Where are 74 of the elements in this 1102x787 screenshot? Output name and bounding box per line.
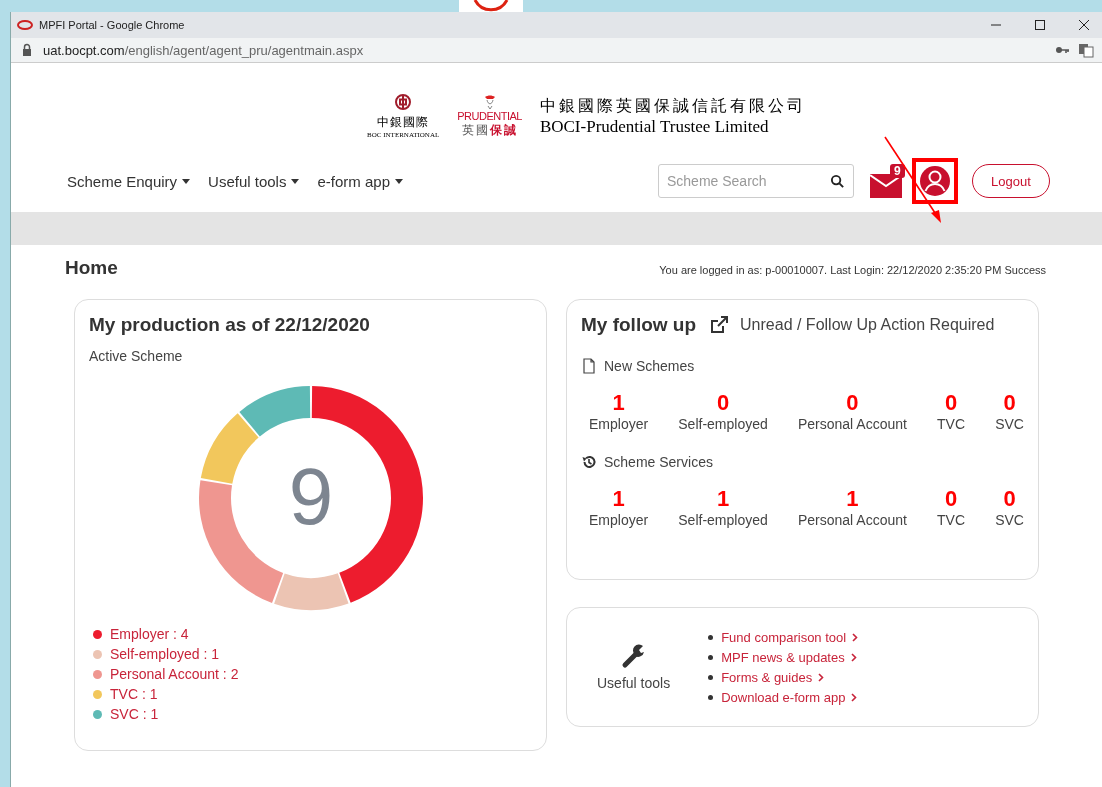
legend-label: SVC : 1 <box>110 706 159 722</box>
nav-menu[interactable]: Scheme Enquiry <box>67 172 191 190</box>
tool-link[interactable]: MPF news & updates <box>721 649 857 665</box>
stat-label: SVC <box>995 416 1024 432</box>
legend-label: Self-employed : 1 <box>110 646 219 662</box>
section-title: New Schemes <box>604 358 695 374</box>
logo-text: 英國 <box>461 121 490 139</box>
card-subtitle: Unread / Follow Up Action Required <box>740 316 995 334</box>
stat-value[interactable]: 0 <box>716 390 730 416</box>
login-info: You are logged in as: p-00010007. Last Login: 22/12/2020 2:35:20 PM Success <box>659 264 1046 276</box>
search-icon <box>830 174 845 189</box>
stat-label: TVC <box>937 512 966 528</box>
stat-label: Self-employed <box>678 512 768 528</box>
close-icon[interactable] <box>1076 17 1092 33</box>
card-title: My follow up <box>581 314 697 336</box>
document-icon <box>581 358 597 374</box>
search-field[interactable]: Scheme Search <box>658 164 854 198</box>
legend-label: Employer : 4 <box>110 626 189 642</box>
company-name: BOCI-Prudential Trustee Limited <box>539 116 770 137</box>
envelope-icon[interactable] <box>870 174 902 198</box>
caret-icon <box>395 178 403 184</box>
logout-button[interactable]: Logout <box>972 164 1050 198</box>
logo-text: 中銀國際 <box>377 113 430 131</box>
stat-value[interactable]: 0 <box>846 390 859 416</box>
external-link-icon[interactable] <box>708 314 731 336</box>
bullet-icon <box>708 674 714 680</box>
stat-value[interactable]: 1 <box>612 486 625 512</box>
stat-label: Employer <box>589 416 649 432</box>
site-icon <box>17 17 33 33</box>
caret-icon <box>291 178 300 184</box>
stat-label: Employer <box>589 512 649 528</box>
notification-badge: 9 <box>890 164 905 178</box>
tools-title: Useful tools <box>597 675 671 691</box>
donut-total: 9 <box>288 452 333 541</box>
bullet-icon <box>708 694 714 700</box>
chevron-right-icon <box>851 692 858 702</box>
bullet-icon <box>708 654 714 660</box>
section-title: Scheme Services <box>604 454 713 470</box>
user-button[interactable] <box>912 158 958 204</box>
logo-text: 保誠 <box>489 121 518 139</box>
stat-label: TVC <box>937 416 966 432</box>
stat-value[interactable]: 0 <box>1003 390 1016 416</box>
stat-label: Personal Account <box>797 512 907 528</box>
bullet-icon <box>708 634 714 640</box>
window-title: MPFI Portal - Google Chrome <box>39 19 185 31</box>
stat-value[interactable]: 0 <box>944 486 958 512</box>
page-title: Home <box>65 257 118 279</box>
nav-menu[interactable]: e-form app <box>317 172 403 190</box>
logo-fragment-icon <box>459 0 523 12</box>
stat-value[interactable]: 0 <box>944 390 958 416</box>
stat-value[interactable]: 1 <box>846 486 859 512</box>
company-name: 中銀國際英國保誠信託有限公司 <box>539 95 806 117</box>
stat-value[interactable]: 0 <box>1003 486 1016 512</box>
card-title: My production as of 22/12/2020 <box>89 314 371 336</box>
translate-icon[interactable] <box>1078 42 1094 58</box>
history-icon <box>581 454 597 470</box>
tool-link[interactable]: Download e-form app <box>721 689 858 705</box>
stat-label: Personal Account <box>797 416 907 432</box>
tool-link[interactable]: Fund comparison tool <box>721 629 859 645</box>
legend-label: TVC : 1 <box>110 686 158 702</box>
stat-value[interactable]: 1 <box>612 390 625 416</box>
legend-label: Personal Account : 2 <box>110 666 239 682</box>
stat-label: Self-employed <box>678 416 768 432</box>
tool-link[interactable]: Forms & guides <box>721 669 825 685</box>
maximize-icon[interactable] <box>1032 17 1048 33</box>
wrench-icon <box>620 643 647 669</box>
logo-text: PRUDENTIAL <box>457 109 522 122</box>
chevron-right-icon <box>818 672 825 682</box>
caret-icon <box>182 178 191 184</box>
chart-title: Active Scheme <box>89 348 184 364</box>
boc-logo-icon <box>395 93 412 110</box>
nav-menu[interactable]: Useful tools <box>208 172 300 190</box>
stat-value[interactable]: 1 <box>716 486 730 512</box>
stat-label: SVC <box>995 512 1024 528</box>
